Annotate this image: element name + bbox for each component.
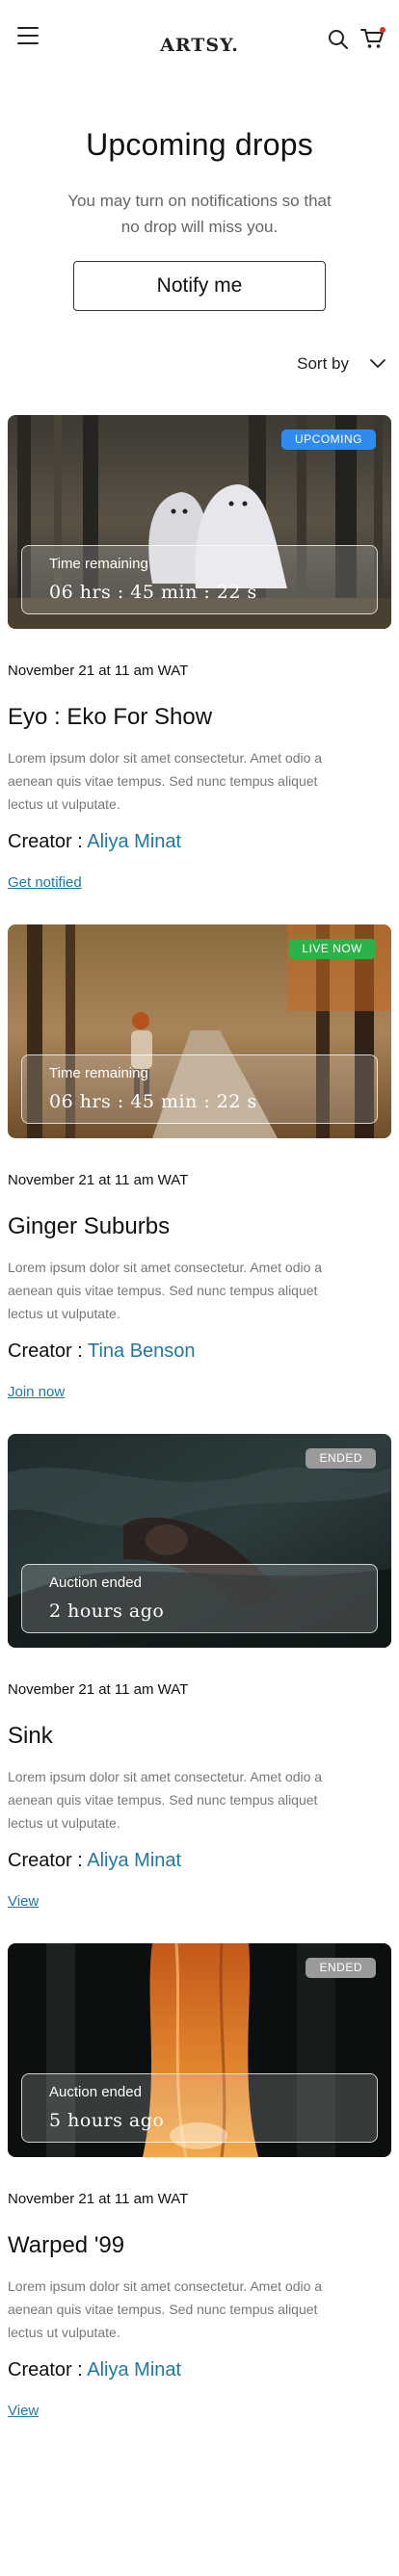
creator-prefix: Creator : — [8, 1340, 88, 1362]
creator-link[interactable]: Aliya Minat — [87, 2359, 181, 2381]
drop-creator: Creator : Aliya Minat — [8, 1850, 391, 1872]
drop-image[interactable]: LIVE NOW Time remaining 06 hrs : 45 min … — [8, 924, 391, 1138]
page-title: Upcoming drops — [86, 127, 313, 162]
countdown-value: 5 hours ago — [49, 2110, 165, 2131]
drop-description: Lorem ipsum dolor sit amet consectetur. … — [8, 1260, 323, 1321]
countdown-label: Time remaining — [49, 1065, 148, 1081]
status-badge: UPCOMING — [281, 429, 376, 450]
cart-icon[interactable] — [360, 27, 386, 50]
page: ARTSY. Upcoming drops You may turn on no… — [0, 0, 399, 2576]
view-link[interactable]: View — [8, 1893, 39, 1910]
status-badge: ENDED — [306, 1958, 376, 1978]
drop-description: Lorem ipsum dolor sit amet consectetur. … — [8, 1769, 323, 1831]
countdown-value: 06 hrs : 45 min : 22 s — [49, 582, 257, 603]
drop-date: November 21 at 11 am WAT — [8, 2191, 189, 2207]
drop-date: November 21 at 11 am WAT — [8, 1681, 189, 1698]
drop-image[interactable]: UPCOMING Time remaining 06 hrs : 45 min … — [8, 415, 391, 629]
countdown-label: Auction ended — [49, 2084, 142, 2100]
drop-card: ENDED Auction ended 5 hours ago November… — [0, 1943, 399, 2420]
sort-control[interactable]: Sort by — [0, 311, 399, 384]
hero: Upcoming drops You may turn on notificat… — [0, 89, 399, 311]
header: ARTSY. — [0, 0, 399, 89]
drop-date: November 21 at 11 am WAT — [8, 663, 189, 679]
creator-prefix: Creator : — [8, 831, 88, 852]
creator-link[interactable]: Aliya Minat — [87, 1850, 181, 1871]
drop-card: UPCOMING Time remaining 06 hrs : 45 min … — [0, 415, 399, 892]
notify-me-button[interactable]: Notify me — [73, 261, 326, 311]
countdown-label: Auction ended — [49, 1574, 142, 1591]
countdown-value: 06 hrs : 45 min : 22 s — [49, 1091, 257, 1112]
page-subtitle: You may turn on notifications so that no… — [67, 192, 332, 236]
drop-image[interactable]: ENDED Auction ended 5 hours ago — [8, 1943, 391, 2157]
drop-title: Warped '99 — [8, 2232, 125, 2258]
get-notified-link[interactable]: Get notified — [8, 874, 82, 891]
drop-description: Lorem ipsum dolor sit amet consectetur. … — [8, 750, 323, 812]
countdown-value: 2 hours ago — [49, 1600, 165, 1622]
creator-prefix: Creator : — [8, 1850, 88, 1871]
sort-label: Sort by — [297, 354, 349, 373]
countdown-panel: Auction ended 5 hours ago — [21, 2073, 378, 2143]
drop-title: Eyo : Eko For Show — [8, 704, 213, 730]
creator-link[interactable]: Tina Benson — [88, 1340, 196, 1362]
creator-prefix: Creator : — [8, 2359, 88, 2381]
drop-date: November 21 at 11 am WAT — [8, 1172, 189, 1188]
drop-title: Ginger Suburbs — [8, 1213, 171, 1239]
drop-title: Sink — [8, 1723, 53, 1749]
drop-card: LIVE NOW Time remaining 06 hrs : 45 min … — [0, 924, 399, 1401]
cart-notification-dot — [380, 27, 386, 33]
creator-link[interactable]: Aliya Minat — [87, 831, 181, 852]
drop-description: Lorem ipsum dolor sit amet consectetur. … — [8, 2278, 323, 2340]
status-badge: ENDED — [306, 1448, 376, 1469]
countdown-panel: Time remaining 06 hrs : 45 min : 22 s — [21, 1054, 378, 1124]
view-link[interactable]: View — [8, 2403, 39, 2419]
countdown-panel: Time remaining 06 hrs : 45 min : 22 s — [21, 545, 378, 614]
countdown-panel: Auction ended 2 hours ago — [21, 1564, 378, 1633]
drop-card: ENDED Auction ended 2 hours ago November… — [0, 1434, 399, 1911]
drop-creator: Creator : Aliya Minat — [8, 2359, 391, 2381]
chevron-down-icon[interactable] — [370, 359, 386, 369]
search-icon[interactable] — [328, 29, 349, 50]
drop-creator: Creator : Aliya Minat — [8, 831, 391, 853]
countdown-label: Time remaining — [49, 556, 148, 572]
join-now-link[interactable]: Join now — [8, 1384, 65, 1400]
drop-image[interactable]: ENDED Auction ended 2 hours ago — [8, 1434, 391, 1648]
drop-creator: Creator : Tina Benson — [8, 1340, 391, 1363]
status-badge: LIVE NOW — [288, 939, 376, 959]
